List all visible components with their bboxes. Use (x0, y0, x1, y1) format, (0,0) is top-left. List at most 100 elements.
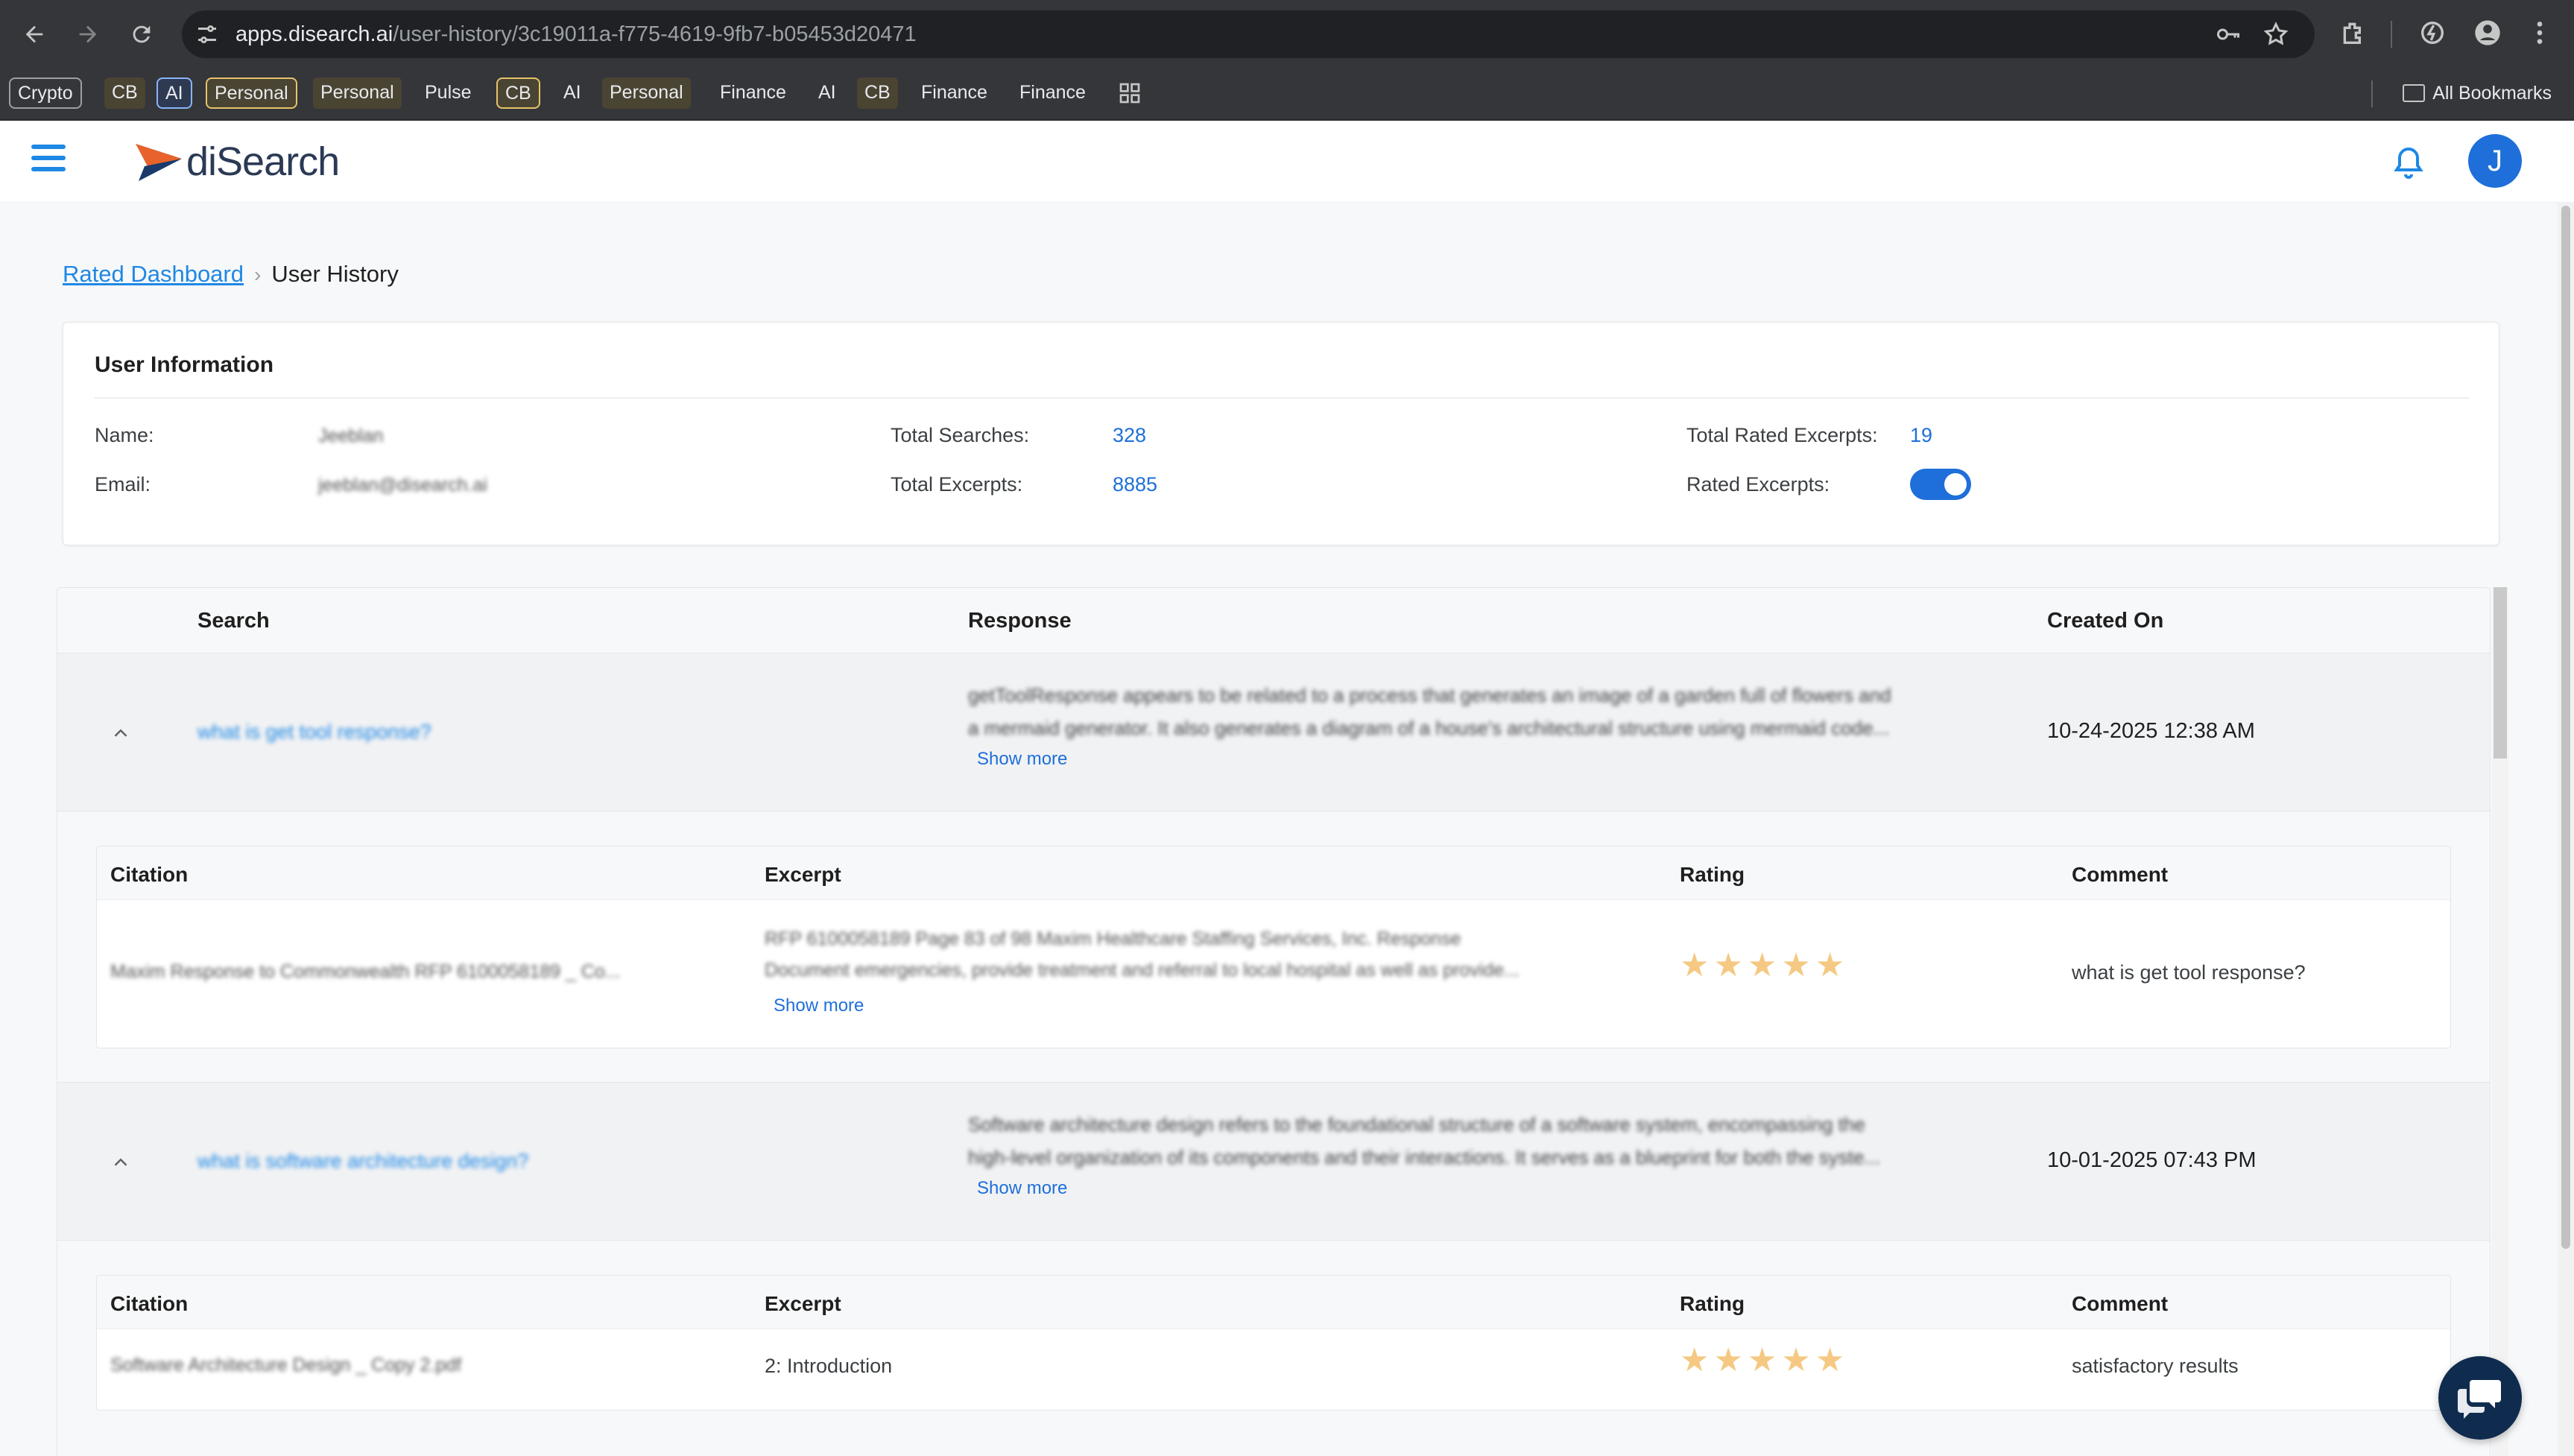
notification-bell-icon[interactable] (2391, 145, 2426, 180)
response-line: a mermaid generator. It also generates a… (968, 717, 1890, 739)
profile-icon[interactable] (2473, 18, 2502, 48)
bookmark-item[interactable]: CB (104, 77, 145, 109)
bookmark-item[interactable]: Personal (313, 77, 402, 109)
bookmark-item[interactable]: AI (811, 77, 844, 109)
star-icon: ★ (1781, 1342, 1811, 1379)
user-avatar[interactable]: J (2468, 134, 2522, 188)
star-bookmark-icon[interactable] (2262, 21, 2289, 48)
bookmark-item[interactable]: Finance (914, 77, 995, 109)
page-scrollbar-thumb[interactable] (2561, 206, 2570, 1249)
column-comment: Comment (2072, 1292, 2169, 1315)
back-button[interactable] (15, 15, 54, 54)
chevron-up-icon[interactable] (110, 722, 132, 744)
column-citation: Citation (110, 863, 189, 886)
reload-icon (133, 25, 151, 43)
toggle-knob (1944, 473, 1967, 496)
address-bar[interactable]: apps.disearch.ai/user-history/3c19011a-f… (182, 10, 2315, 58)
response-line: getToolResponse appears to be related to… (968, 684, 1891, 706)
email-label: Email: (95, 473, 151, 496)
show-more-link[interactable]: Show more (977, 749, 1067, 770)
bookmark-item[interactable]: Finance (712, 77, 794, 109)
citation-panel: Citation Excerpt Rating Comment Software… (57, 1241, 2490, 1456)
bookmark-item[interactable]: Personal (206, 77, 297, 109)
created-on-value: 10-24-2025 12:38 AM (2047, 719, 2255, 743)
citation-table-header: Citation Excerpt Rating Comment (97, 1276, 2450, 1329)
citation-source[interactable]: Software Architecture Design _ Copy 2.pd… (110, 1355, 706, 1376)
excerpt-line: Document emergencies, provide treatment … (765, 960, 1520, 981)
column-search[interactable]: Search (197, 609, 270, 633)
column-citation: Citation (110, 1292, 189, 1315)
column-created-on[interactable]: Created On (2047, 609, 2163, 633)
chat-support-button[interactable] (2438, 1356, 2522, 1440)
bookmark-item[interactable]: Personal (602, 77, 691, 109)
folder-icon (2403, 84, 2426, 102)
hamburger-menu-icon[interactable] (31, 145, 66, 179)
bookmark-item[interactable]: Crypto (9, 77, 82, 109)
excerpt-show-more-link[interactable]: Show more (774, 996, 864, 1016)
info-divider (95, 397, 2469, 399)
response-text: Software architecture design refers to t… (968, 1108, 2064, 1174)
bookmark-apps-grid[interactable] (1118, 77, 1142, 109)
search-query-link[interactable]: what is software architecture design? (197, 1150, 528, 1173)
app-logo[interactable]: diSearch (134, 137, 340, 186)
user-history-table: Search Response Created On what is get t… (57, 587, 2491, 1456)
site-settings-icon[interactable] (194, 21, 221, 48)
created-on-value: 10-01-2025 07:43 PM (2047, 1148, 2257, 1172)
breadcrumb-rated-dashboard[interactable]: Rated Dashboard (63, 261, 244, 287)
citation-table-header: Citation Excerpt Rating Comment (97, 846, 2450, 900)
column-excerpt: Excerpt (765, 1292, 841, 1315)
response-text: getToolResponse appears to be related to… (968, 679, 2064, 744)
citation-source[interactable]: Maxim Response to Commonwealth RFP 61000… (110, 961, 706, 983)
url-text[interactable]: apps.disearch.ai/user-history/3c19011a-f… (235, 21, 917, 48)
key-icon[interactable] (2215, 21, 2242, 48)
reload-button[interactable] (122, 15, 161, 54)
bookmark-item[interactable]: Pulse (417, 77, 479, 109)
star-icon: ★ (1815, 1342, 1845, 1379)
extensions-icon[interactable] (2339, 18, 2368, 48)
column-response[interactable]: Response (968, 609, 1072, 633)
rated-excerpts-label: Rated Excerpts: (1686, 473, 1830, 496)
chevron-up-icon[interactable] (110, 1151, 132, 1174)
user-information-title: User Information (95, 352, 274, 377)
browser-toolbar: apps.disearch.ai/user-history/3c19011a-f… (0, 0, 2574, 69)
arrow-right-icon (79, 25, 97, 43)
bookmark-item[interactable]: CB (496, 77, 540, 109)
column-excerpt: Excerpt (765, 863, 841, 886)
bookmarks-bar: Crypto CB AI Personal Personal Pulse CB AI Perso… (0, 69, 2574, 121)
disearch-logo-icon (136, 144, 182, 181)
search-query-link[interactable]: what is get tool response? (197, 721, 431, 744)
history-scrollbar[interactable] (2492, 587, 2508, 1456)
email-value: jeeblan@disearch.ai (318, 475, 487, 496)
star-icon: ★ (1680, 1342, 1710, 1379)
forward-button[interactable] (69, 15, 107, 54)
all-bookmarks-button[interactable]: All Bookmarks (2403, 77, 2552, 109)
excerpt-text: 2: Introduction (765, 1355, 893, 1377)
column-rating: Rating (1680, 1292, 1745, 1315)
bookmarks-separator (2371, 80, 2373, 107)
performance-icon[interactable] (2418, 18, 2447, 48)
bookmark-item[interactable]: Finance (1012, 77, 1093, 109)
bookmark-item[interactable]: AI (556, 77, 589, 109)
history-row[interactable]: what is get tool response? getToolRespon… (57, 653, 2490, 811)
page-content: Rated Dashboard › User History User Inform… (0, 203, 2558, 1456)
bookmark-item[interactable]: CB (857, 77, 898, 109)
history-table-header: Search Response Created On (57, 588, 2490, 653)
show-more-link[interactable]: Show more (977, 1178, 1067, 1199)
user-information-card: User Information Name: Jeeblan Email: je… (63, 322, 2499, 545)
total-excerpts-label: Total Excerpts: (891, 473, 1023, 496)
rating-stars: ★ ★ ★ ★ ★ (1680, 1344, 1844, 1377)
history-scrollbar-thumb[interactable] (2494, 587, 2507, 759)
total-excerpts-value: 8885 (1113, 473, 1158, 496)
history-row[interactable]: what is software architecture design? So… (57, 1083, 2490, 1241)
rated-excerpts-toggle[interactable] (1910, 469, 1971, 500)
star-icon: ★ (1747, 1342, 1777, 1379)
star-icon: ★ (1781, 947, 1811, 984)
response-line: Software architecture design refers to t… (968, 1113, 1865, 1136)
bookmark-item[interactable]: AI (156, 77, 192, 109)
star-icon: ★ (1713, 1342, 1743, 1379)
more-menu-icon[interactable] (2525, 18, 2555, 48)
citation-table: Citation Excerpt Rating Comment Software… (96, 1275, 2451, 1411)
star-icon: ★ (1815, 947, 1845, 984)
page-scrollbar[interactable] (2558, 203, 2574, 1456)
total-searches-label: Total Searches: (891, 424, 1030, 446)
